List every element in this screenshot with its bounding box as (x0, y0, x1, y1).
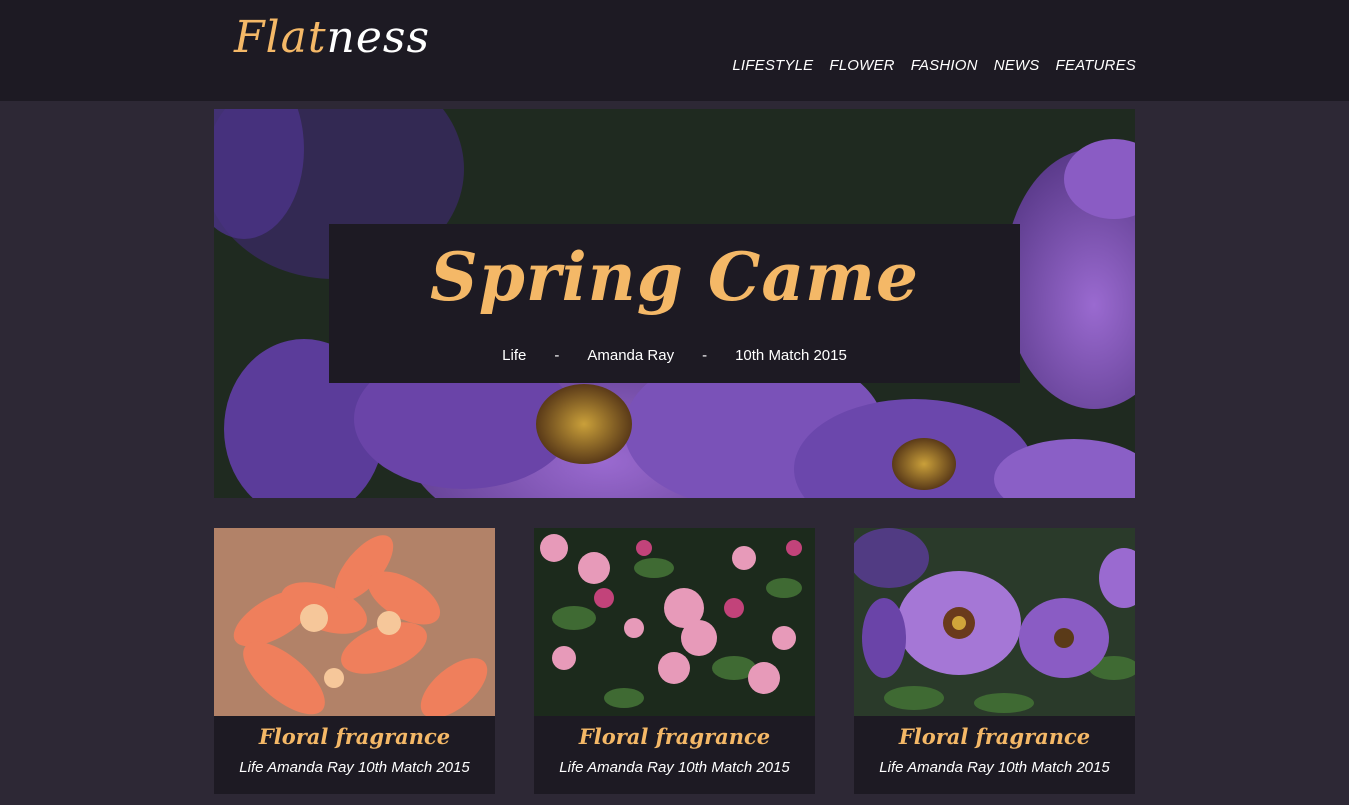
nav-flower[interactable]: FLOWER (829, 57, 894, 74)
hero-title[interactable]: Spring Came (329, 238, 1020, 316)
nav-news[interactable]: NEWS (994, 57, 1040, 74)
card-title[interactable]: Floral fragrance (854, 724, 1135, 749)
card-image-purple-petunias (854, 528, 1135, 716)
post-card[interactable]: Floral fragrance Life Amanda Ray 10th Ma… (854, 528, 1135, 794)
card-title[interactable]: Floral fragrance (214, 724, 495, 749)
meta-separator: - (702, 347, 708, 364)
card-image-pink-blossoms (534, 528, 815, 716)
hero-category[interactable]: Life (502, 347, 526, 364)
nav-features[interactable]: FEATURES (1056, 57, 1137, 74)
card-meta: Life Amanda Ray 10th Match 2015 (559, 759, 790, 776)
card-meta: Life Amanda Ray 10th Match 2015 (239, 759, 470, 776)
nav-lifestyle[interactable]: LIFESTYLE (732, 57, 813, 74)
hero-date: 10th Match 2015 (735, 347, 847, 364)
logo-accent-text: Flat (234, 12, 327, 63)
card-title[interactable]: Floral fragrance (534, 724, 815, 749)
post-card[interactable]: Floral fragrance Life Amanda Ray 10th Ma… (214, 528, 495, 794)
hero-caption-box: Spring Came Life - Amanda Ray - 10th Mat… (329, 224, 1020, 383)
hero-meta: Life - Amanda Ray - 10th Match 2015 (329, 347, 1020, 364)
post-card[interactable]: Floral fragrance Life Amanda Ray 10th Ma… (534, 528, 815, 794)
site-header: Flatness LIFESTYLE FLOWER FASHION NEWS F… (0, 0, 1349, 101)
main-nav: LIFESTYLE FLOWER FASHION NEWS FEATURES (732, 57, 1136, 74)
nav-fashion[interactable]: FASHION (911, 57, 978, 74)
logo-text: ness (326, 12, 431, 63)
meta-separator: - (554, 347, 560, 364)
hero-banner[interactable]: Spring Came Life - Amanda Ray - 10th Mat… (214, 109, 1135, 498)
hero-author[interactable]: Amanda Ray (587, 347, 674, 364)
site-logo[interactable]: Flatness (234, 12, 430, 63)
card-meta: Life Amanda Ray 10th Match 2015 (879, 759, 1110, 776)
card-image-orange-flowers (214, 528, 495, 716)
